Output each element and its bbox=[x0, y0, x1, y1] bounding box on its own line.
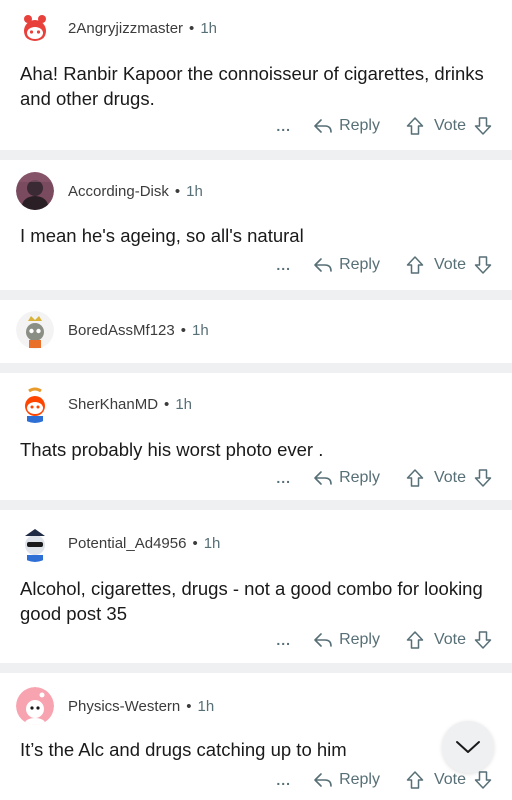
separator-dot: • bbox=[189, 19, 195, 37]
reply-arrow-icon bbox=[314, 119, 332, 133]
vote-label: Vote bbox=[433, 256, 466, 273]
timestamp: 1h bbox=[175, 395, 192, 413]
comment-divider bbox=[0, 663, 512, 673]
more-options-button[interactable]: ... bbox=[276, 772, 291, 788]
upvote-arrow-icon[interactable] bbox=[406, 630, 424, 650]
scroll-down-button[interactable] bbox=[442, 721, 494, 773]
comment-header: According-Disk • 1h bbox=[16, 171, 203, 211]
comment-header: SherKhanMD • 1h bbox=[16, 384, 192, 424]
comment-card: Physics-Western • 1h It’s the Alc and dr… bbox=[0, 673, 512, 800]
downvote-arrow-icon[interactable] bbox=[474, 255, 492, 275]
vote-control: Vote bbox=[406, 255, 492, 275]
timestamp: 1h bbox=[186, 182, 203, 200]
reply-arrow-icon bbox=[314, 773, 332, 787]
comment-actions: ... Reply Vote bbox=[276, 113, 492, 139]
timestamp: 1h bbox=[203, 534, 221, 552]
reply-button[interactable]: Reply bbox=[313, 469, 380, 487]
more-options-button[interactable]: ... bbox=[276, 118, 291, 134]
comment-divider bbox=[0, 363, 512, 373]
comment-header: BoredAssMf123 • 1h bbox=[16, 310, 209, 350]
vote-control: Vote bbox=[406, 770, 492, 790]
upvote-arrow-icon[interactable] bbox=[406, 255, 424, 275]
timestamp: 1h bbox=[200, 19, 217, 37]
vote-label: Vote bbox=[433, 469, 466, 486]
comment-body: It’s the Alc and drugs catching up to hi… bbox=[20, 739, 347, 760]
username[interactable]: 2Angryjizzmaster bbox=[68, 20, 183, 37]
separator-dot: • bbox=[180, 321, 186, 339]
upvote-arrow-icon[interactable] bbox=[406, 770, 424, 790]
timestamp: 1h bbox=[192, 321, 209, 339]
avatar[interactable] bbox=[16, 9, 54, 47]
reply-label: Reply bbox=[339, 256, 380, 273]
separator-dot: • bbox=[192, 534, 198, 552]
reply-button[interactable]: Reply bbox=[313, 771, 380, 789]
more-options-button[interactable]: ... bbox=[276, 257, 291, 273]
downvote-arrow-icon[interactable] bbox=[474, 770, 492, 790]
comment-divider bbox=[0, 500, 512, 510]
reply-label: Reply bbox=[339, 631, 380, 648]
username[interactable]: Potential_Ad4956 bbox=[68, 535, 186, 552]
avatar[interactable] bbox=[16, 524, 54, 562]
comment-actions: ... Reply Vote bbox=[276, 465, 492, 491]
more-options-button[interactable]: ... bbox=[276, 470, 291, 486]
vote-control: Vote bbox=[406, 116, 492, 136]
upvote-arrow-icon[interactable] bbox=[406, 468, 424, 488]
username[interactable]: According-Disk bbox=[68, 183, 169, 200]
vote-label: Vote bbox=[433, 771, 466, 788]
comment-actions: ... Reply Vote bbox=[276, 252, 492, 278]
reply-arrow-icon bbox=[314, 633, 332, 647]
comment-card: SherKhanMD • 1h Thats probably his worst… bbox=[0, 373, 512, 500]
reply-button[interactable]: Reply bbox=[313, 631, 380, 649]
vote-control: Vote bbox=[406, 468, 492, 488]
downvote-arrow-icon[interactable] bbox=[474, 630, 492, 650]
comment-body: Aha! Ranbir Kapoor the connoisseur of ci… bbox=[20, 63, 484, 109]
vote-label: Vote bbox=[433, 631, 466, 648]
comment-card: According-Disk • 1h I mean he's ageing, … bbox=[0, 160, 512, 290]
reply-arrow-icon bbox=[314, 471, 332, 485]
vote-control: Vote bbox=[406, 630, 492, 650]
chevron-down-icon bbox=[456, 741, 480, 753]
comment-header: Potential_Ad4956 • 1h bbox=[16, 523, 220, 563]
username[interactable]: BoredAssMf123 bbox=[68, 322, 175, 339]
comment-body: I mean he's ageing, so all's natural bbox=[20, 225, 304, 246]
reply-arrow-icon bbox=[314, 258, 332, 272]
comment-header: Physics-Western • 1h bbox=[16, 686, 214, 726]
comment-body: Alcohol, cigarettes, drugs - not a good … bbox=[20, 578, 483, 624]
downvote-arrow-icon[interactable] bbox=[474, 468, 492, 488]
vote-label: Vote bbox=[433, 117, 466, 134]
separator-dot: • bbox=[174, 182, 181, 200]
avatar[interactable] bbox=[16, 172, 54, 210]
comment-divider bbox=[0, 150, 512, 160]
separator-dot: • bbox=[186, 697, 192, 715]
comment-divider bbox=[0, 290, 512, 300]
reply-label: Reply bbox=[339, 771, 380, 788]
comment-body: Thats probably his worst photo ever . bbox=[20, 439, 324, 460]
username[interactable]: Physics-Western bbox=[68, 698, 180, 715]
avatar[interactable] bbox=[16, 311, 54, 349]
more-options-button[interactable]: ... bbox=[276, 632, 291, 648]
separator-dot: • bbox=[164, 395, 170, 413]
comment-card: 2Angryjizzmaster • 1h Aha! Ranbir Kapoor… bbox=[0, 0, 512, 150]
username[interactable]: SherKhanMD bbox=[68, 396, 158, 413]
comment-card-collapsed[interactable]: BoredAssMf123 • 1h bbox=[0, 300, 512, 363]
reply-label: Reply bbox=[339, 469, 380, 486]
upvote-arrow-icon[interactable] bbox=[406, 116, 424, 136]
comment-actions: ... Reply Vote bbox=[276, 627, 492, 653]
avatar[interactable] bbox=[16, 385, 54, 423]
comment-card: Potential_Ad4956 • 1h Alcohol, cigarette… bbox=[0, 510, 512, 663]
downvote-arrow-icon[interactable] bbox=[474, 116, 492, 136]
timestamp: 1h bbox=[197, 697, 215, 715]
avatar[interactable] bbox=[16, 687, 54, 725]
reply-button[interactable]: Reply bbox=[313, 256, 380, 274]
reply-label: Reply bbox=[339, 117, 380, 134]
reply-button[interactable]: Reply bbox=[313, 117, 380, 135]
comment-header: 2Angryjizzmaster • 1h bbox=[16, 8, 217, 48]
